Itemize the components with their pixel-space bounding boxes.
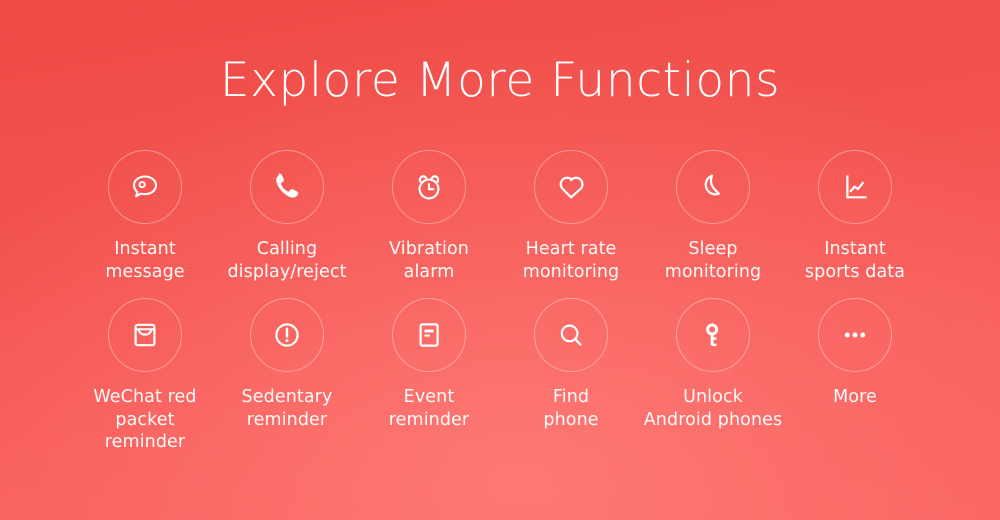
heart-icon: [534, 150, 608, 224]
feature-item-more[interactable]: More: [784, 298, 926, 409]
phone-handset-icon: [250, 150, 324, 224]
feature-row: WeChat red packet reminder Sedentary rem…: [0, 298, 1000, 454]
feature-label: More: [833, 387, 877, 407]
feature-label: Unlock Android phones: [643, 387, 783, 430]
feature-item-instant-sports-data[interactable]: Instant sports data: [784, 150, 926, 283]
alarm-clock-icon: [392, 150, 466, 224]
feature-item-sedentary-reminder[interactable]: Sedentary reminder: [216, 298, 358, 431]
feature-item-wechat-red-packet-reminder[interactable]: WeChat red packet reminder: [74, 298, 216, 454]
feature-item-instant-message[interactable]: Instant message: [74, 150, 216, 283]
feature-item-calling-display-reject[interactable]: Calling display/reject: [216, 150, 358, 283]
envelope-icon: [108, 298, 182, 372]
feature-grid: Instant message Calling display/reject V…: [0, 150, 1000, 454]
ellipsis-icon: [818, 298, 892, 372]
feature-item-sleep-monitoring[interactable]: Sleep monitoring: [642, 150, 784, 283]
page-title: Explore More Functions: [219, 53, 781, 108]
feature-label: Find phone: [543, 387, 599, 430]
feature-label: Instant sports data: [804, 239, 906, 282]
feature-label: Vibration alarm: [389, 239, 469, 282]
document-lines-icon: [392, 298, 466, 372]
exclamation-circle-icon: [250, 298, 324, 372]
speech-bubble-icon: [108, 150, 182, 224]
key-icon: [676, 298, 750, 372]
magnifier-icon: [534, 298, 608, 372]
feature-label: Sleep monitoring: [664, 239, 762, 282]
line-chart-icon: [818, 150, 892, 224]
feature-label: WeChat red packet reminder: [93, 387, 197, 452]
feature-label: Instant message: [105, 239, 185, 282]
crescent-moon-icon: [676, 150, 750, 224]
feature-item-find-phone[interactable]: Find phone: [500, 298, 642, 431]
feature-label: Event reminder: [388, 387, 470, 430]
feature-item-event-reminder[interactable]: Event reminder: [358, 298, 500, 431]
feature-label: Heart rate monitoring: [522, 239, 620, 282]
feature-item-vibration-alarm[interactable]: Vibration alarm: [358, 150, 500, 283]
feature-row: Instant message Calling display/reject V…: [0, 150, 1000, 283]
feature-label: Sedentary reminder: [241, 387, 333, 430]
feature-item-heart-rate-monitoring[interactable]: Heart rate monitoring: [500, 150, 642, 283]
explore-more-functions-banner: Explore More Functions Instant message C…: [0, 0, 1000, 520]
feature-item-unlock-android-phones[interactable]: Unlock Android phones: [642, 298, 784, 431]
feature-label: Calling display/reject: [227, 239, 347, 282]
